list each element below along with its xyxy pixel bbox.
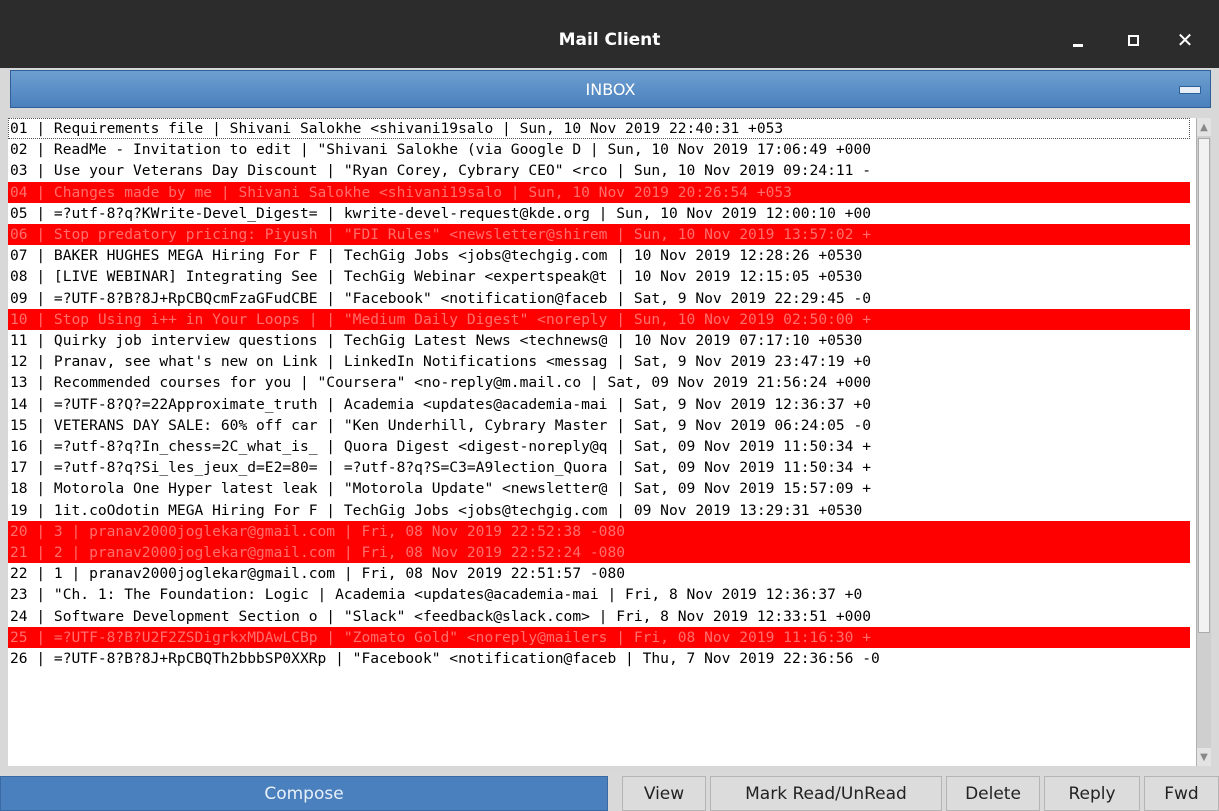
email-row[interactable]: 15 | VETERANS DAY SALE: 60% off car | "K… — [8, 415, 1190, 436]
minimize-button[interactable] — [1065, 24, 1091, 56]
action-bar: Compose View Mark Read/UnRead Delete Rep… — [0, 770, 1219, 811]
scroll-up-icon[interactable]: ▲ — [1197, 118, 1211, 136]
email-row[interactable]: 09 | =?UTF-8?B?8J+RpCBQcmFzaGFudCBE | "F… — [8, 288, 1190, 309]
email-row[interactable]: 02 | ReadMe - Invitation to edit | "Shiv… — [8, 139, 1190, 160]
email-row[interactable]: 26 | =?UTF-8?B?8J+RpCBQTh2bbbSP0XXRp | "… — [8, 648, 1190, 669]
email-row[interactable]: 06 | Stop predatory pricing: Piyush | "F… — [8, 224, 1190, 246]
inbox-title: INBOX — [585, 79, 636, 99]
email-row[interactable]: 11 | Quirky job interview questions | Te… — [8, 330, 1190, 351]
title-bar: Mail Client ✕ — [0, 0, 1219, 68]
email-list[interactable]: 01 | Requirements file | Shivani Salokhe… — [8, 118, 1196, 766]
forward-button[interactable]: Fwd — [1144, 776, 1219, 811]
close-icon: ✕ — [1176, 28, 1194, 52]
email-row[interactable]: 03 | Use your Veterans Day Discount | "R… — [8, 160, 1190, 181]
email-row[interactable]: 21 | 2 | pranav2000joglekar@gmail.com | … — [8, 542, 1190, 564]
maximize-button[interactable] — [1120, 24, 1146, 56]
email-row[interactable]: 23 | "Ch. 1: The Foundation: Logic | Aca… — [8, 584, 1190, 605]
email-row[interactable]: 25 | =?UTF-8?B?U2F2ZSDigrkxMDAwLCBp | "Z… — [8, 626, 1190, 648]
email-row[interactable]: 04 | Changes made by me | Shivani Salokh… — [8, 181, 1190, 203]
maximize-icon — [1127, 34, 1139, 46]
email-row[interactable]: 20 | 3 | pranav2000joglekar@gmail.com | … — [8, 520, 1190, 542]
email-row[interactable]: 19 | 1it.coOdotin MEGA Hiring For F | Te… — [8, 500, 1190, 521]
scroll-thumb[interactable] — [1198, 138, 1210, 633]
email-row[interactable]: 24 | Software Development Section o | "S… — [8, 606, 1190, 627]
mark-read-unread-button[interactable]: Mark Read/UnRead — [710, 776, 942, 811]
email-row[interactable]: 10 | Stop Using i++ in Your Loops | | "M… — [8, 308, 1190, 330]
email-row[interactable]: 22 | 1 | pranav2000joglekar@gmail.com | … — [8, 563, 1190, 584]
reply-button[interactable]: Reply — [1044, 776, 1140, 811]
view-button[interactable]: View — [622, 776, 706, 811]
email-row[interactable]: 01 | Requirements file | Shivani Salokhe… — [8, 118, 1190, 140]
scroll-down-icon[interactable]: ▼ — [1197, 748, 1211, 766]
email-row[interactable]: 14 | =?UTF-8?Q?=22Approximate_truth | Ac… — [8, 394, 1190, 415]
email-row[interactable]: 05 | =?utf-8?q?KWrite-Devel_Digest= | kw… — [8, 203, 1190, 224]
email-row[interactable]: 18 | Motorola One Hyper latest leak | "M… — [8, 478, 1190, 499]
vertical-scrollbar[interactable]: ▲ ▼ — [1196, 118, 1211, 766]
email-row[interactable]: 13 | Recommended courses for you | "Cour… — [8, 372, 1190, 393]
window-title: Mail Client — [558, 30, 661, 50]
delete-button[interactable]: Delete — [946, 776, 1040, 811]
email-row[interactable]: 16 | =?utf-8?q?In_chess=2C_what_is_ | Qu… — [8, 436, 1190, 457]
minimize-icon — [1073, 43, 1083, 47]
email-row[interactable]: 08 | [LIVE WEBINAR] Integrating See | Te… — [8, 266, 1190, 287]
email-row[interactable]: 17 | =?utf-8?q?Si_les_jeux_d=E2=80= | =?… — [8, 457, 1190, 478]
inbox-header: INBOX — [10, 70, 1211, 108]
collapse-icon[interactable] — [1179, 86, 1201, 94]
close-button[interactable]: ✕ — [1172, 24, 1198, 56]
email-row[interactable]: 12 | Pranav, see what's new on Link | Li… — [8, 351, 1190, 372]
compose-button[interactable]: Compose — [0, 776, 608, 811]
email-row[interactable]: 07 | BAKER HUGHES MEGA Hiring For F | Te… — [8, 245, 1190, 266]
